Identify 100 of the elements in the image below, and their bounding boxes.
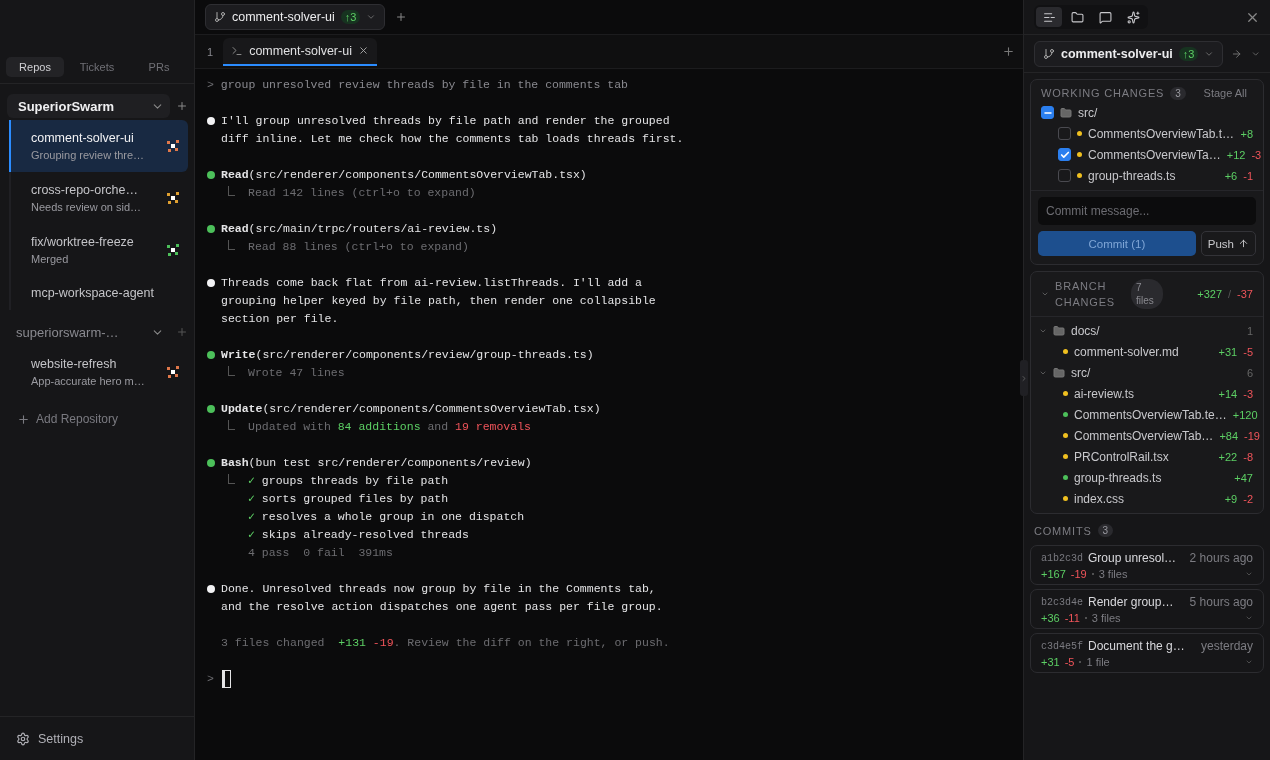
check-icon [1059, 149, 1070, 160]
tool-dot [207, 459, 215, 467]
commit-card[interactable]: c3d4e5f Document the g… yesterday +31 -5 1 file [1030, 633, 1264, 673]
worktree-item[interactable]: cross-repo-orche… Needs review on sid… [9, 172, 188, 224]
tool-output: Wrote 47 lines [248, 365, 345, 381]
add-repository-button[interactable]: Add Repository [7, 408, 188, 430]
added-count: +31 [1041, 656, 1060, 668]
tool-output: Updated with 84 additions and 19 removals [248, 419, 531, 435]
tool-output: Read 88 lines (ctrl+o to expand) [248, 239, 469, 255]
add-icon[interactable] [1002, 45, 1015, 58]
settings-icon [16, 731, 30, 746]
worktree-name: comment-solver-ui [31, 131, 135, 145]
tool-output: Read 142 lines (ctrl+o to expand) [248, 185, 476, 201]
push-button[interactable]: Push [1200, 231, 1256, 256]
message-line: Threads come back flat from ai-review.listThreads. I'll add a [221, 275, 642, 291]
message-dot [207, 117, 215, 125]
added-count: +31 [1218, 345, 1238, 358]
worktree-name: website-refresh [31, 357, 118, 371]
agent-icon [1126, 10, 1140, 24]
tool-call: Read(src/renderer/components/CommentsOverviewTab.tsx) [221, 167, 587, 183]
branch-selector[interactable]: comment-solver-ui ↑3 [1034, 40, 1224, 67]
ahead-count: ↑3 [340, 10, 361, 24]
worktree-item[interactable]: comment-solver-ui Grouping review thre… [9, 120, 188, 172]
worktree-name: mcp-workspace-agent [31, 286, 154, 300]
file-name[interactable]: CommentsOverviewTab.t… [1088, 126, 1235, 141]
check-mark: ✓ [248, 473, 256, 489]
sidebar-tab[interactable]: PRs [130, 57, 188, 77]
removed-count: -37 [1237, 288, 1253, 300]
settings-button[interactable]: Settings [0, 716, 194, 760]
branch-icon [214, 11, 226, 23]
repo-group-header[interactable]: SuperiorSwarm [7, 94, 170, 118]
worktree-name: fix/worktree-freeze [31, 235, 134, 249]
file-name[interactable]: ai-review.ts [1074, 386, 1213, 401]
removed-count: -19 [1070, 568, 1087, 580]
commit-card[interactable]: a1b2c3d Group unresol… 2 hours ago +167 -19 3 files [1030, 545, 1264, 585]
checkbox[interactable] [1058, 127, 1071, 140]
removed-count: -8 [1243, 450, 1253, 463]
terminal-tab[interactable]: comment-solver-ui [223, 37, 377, 66]
tool-output: groups threads by file path [261, 473, 449, 489]
tool-output: 4 pass 0 fail 391ms [248, 545, 393, 561]
file-name[interactable]: CommentsOverviewTa… [1088, 147, 1221, 162]
branch-icon [1043, 47, 1055, 60]
message-dot [207, 279, 215, 287]
repo-group-header[interactable]: superiorswarm-… [7, 320, 170, 344]
file-count: 3 files [1091, 612, 1122, 624]
worktree-item[interactable]: website-refresh App-accurate hero m… [9, 346, 188, 398]
folder-name: docs/ [1071, 323, 1101, 338]
ahead-count: ↑3 [1178, 46, 1199, 61]
file-name[interactable]: PRControlRail.tsx [1074, 449, 1213, 464]
checkbox[interactable] [1041, 106, 1054, 119]
chevron-icon [1245, 570, 1253, 578]
tool-output: skips already-resolved threads [261, 527, 469, 543]
added-count: +14 [1218, 387, 1238, 400]
message-line: grouping helper keyed by file path, then render one collapsible [221, 293, 656, 309]
added-count: +327 [1197, 288, 1223, 300]
sidebar-tab[interactable]: Repos [6, 57, 64, 77]
worktree-status: App-accurate hero m… [31, 375, 145, 387]
commit-card[interactable]: b2c3d4e Render group… 5 hours ago +36 -11 3 files [1030, 589, 1264, 629]
plus-icon [17, 412, 30, 426]
checkbox[interactable] [1058, 169, 1071, 182]
commit-time: 2 hours ago [1189, 551, 1253, 565]
worktree-name: cross-repo-orche… [31, 183, 139, 197]
tool-call: Write(src/renderer/components/review/group-threads.ts) [221, 347, 594, 363]
add-icon[interactable] [176, 100, 188, 112]
arrow-right-icon[interactable] [1231, 47, 1243, 60]
tool-dot [207, 351, 215, 359]
changes-tab[interactable] [1036, 7, 1062, 27]
tool-call: Update(src/renderer/components/CommentsOverviewTab.tsx) [221, 401, 601, 417]
branch-connector-icon [228, 419, 235, 430]
commit-time: 5 hours ago [1189, 595, 1253, 609]
added-count: +47 [1234, 471, 1253, 484]
added-count: +22 [1218, 450, 1238, 463]
file-name[interactable]: group-threads.ts [1074, 470, 1229, 485]
check-mark: ✓ [248, 509, 256, 525]
removed-count: -11 [1064, 612, 1080, 624]
commit-message-field[interactable]: Commit message... [1038, 197, 1256, 225]
tool-dot [207, 171, 215, 179]
file-name[interactable]: CommentsOverviewTab.te… [1074, 407, 1227, 422]
stage-all-button[interactable]: Stage All [1197, 86, 1253, 100]
text-cursor[interactable] [221, 670, 231, 688]
chevron-icon [1245, 614, 1253, 622]
new-tab-icon[interactable] [395, 11, 408, 23]
removed-count: -2 [1243, 492, 1253, 505]
worktree-item[interactable]: fix/worktree-freeze Merged [9, 224, 188, 276]
summary-line: 3 files changed +131 -19. Review the diff on the right, or push. [221, 635, 670, 651]
file-name[interactable]: comment-solver.md [1074, 344, 1213, 359]
worktree-item[interactable]: mcp-workspace-agent [9, 276, 188, 310]
files-icon [1070, 10, 1084, 24]
tool-dot [207, 405, 215, 413]
branch-selector[interactable]: comment-solver-ui ↑3 [205, 4, 386, 30]
file-name[interactable]: CommentsOverviewTab… [1074, 428, 1214, 443]
chevron-icon [1041, 290, 1049, 298]
collapse-handle[interactable] [1020, 360, 1028, 396]
file-name[interactable]: index.css [1074, 491, 1219, 506]
folder-icon [1060, 106, 1072, 119]
close-icon[interactable] [357, 45, 369, 56]
section-title: COMMITS [1034, 524, 1092, 537]
checkbox[interactable] [1058, 148, 1071, 161]
file-name[interactable]: group-threads.ts [1088, 168, 1219, 183]
sidebar-tab[interactable]: Tickets [68, 57, 126, 77]
